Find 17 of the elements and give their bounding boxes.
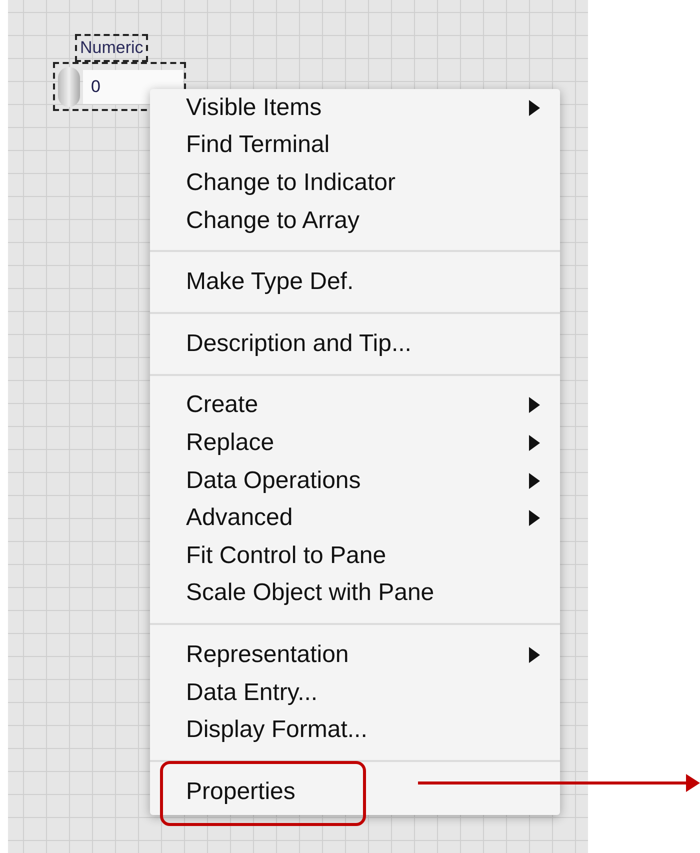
- menu-item[interactable]: Scale Object with Pane: [150, 574, 560, 612]
- menu-item[interactable]: Description and Tip...: [150, 324, 560, 363]
- spinner-icon[interactable]: [58, 67, 80, 107]
- menu-item[interactable]: Representation: [150, 636, 560, 674]
- control-label: Numeric: [75, 34, 148, 62]
- menu-item[interactable]: Advanced: [150, 499, 560, 537]
- menu-item[interactable]: Change to Array: [150, 202, 560, 240]
- menu-item[interactable]: Find Terminal: [150, 126, 560, 164]
- menu-item[interactable]: Replace: [150, 424, 560, 462]
- menu-item[interactable]: Data Operations: [150, 462, 560, 500]
- menu-item[interactable]: Create: [150, 386, 560, 424]
- menu-item[interactable]: Fit Control to Pane: [150, 536, 560, 575]
- menu-item[interactable]: Data Entry...: [150, 674, 560, 712]
- menu-item[interactable]: Make Type Def.: [150, 263, 560, 301]
- menu-item[interactable]: Properties: [150, 772, 560, 810]
- menu-item[interactable]: Change to Indicator: [150, 164, 560, 202]
- menu-item[interactable]: Display Format...: [150, 711, 560, 749]
